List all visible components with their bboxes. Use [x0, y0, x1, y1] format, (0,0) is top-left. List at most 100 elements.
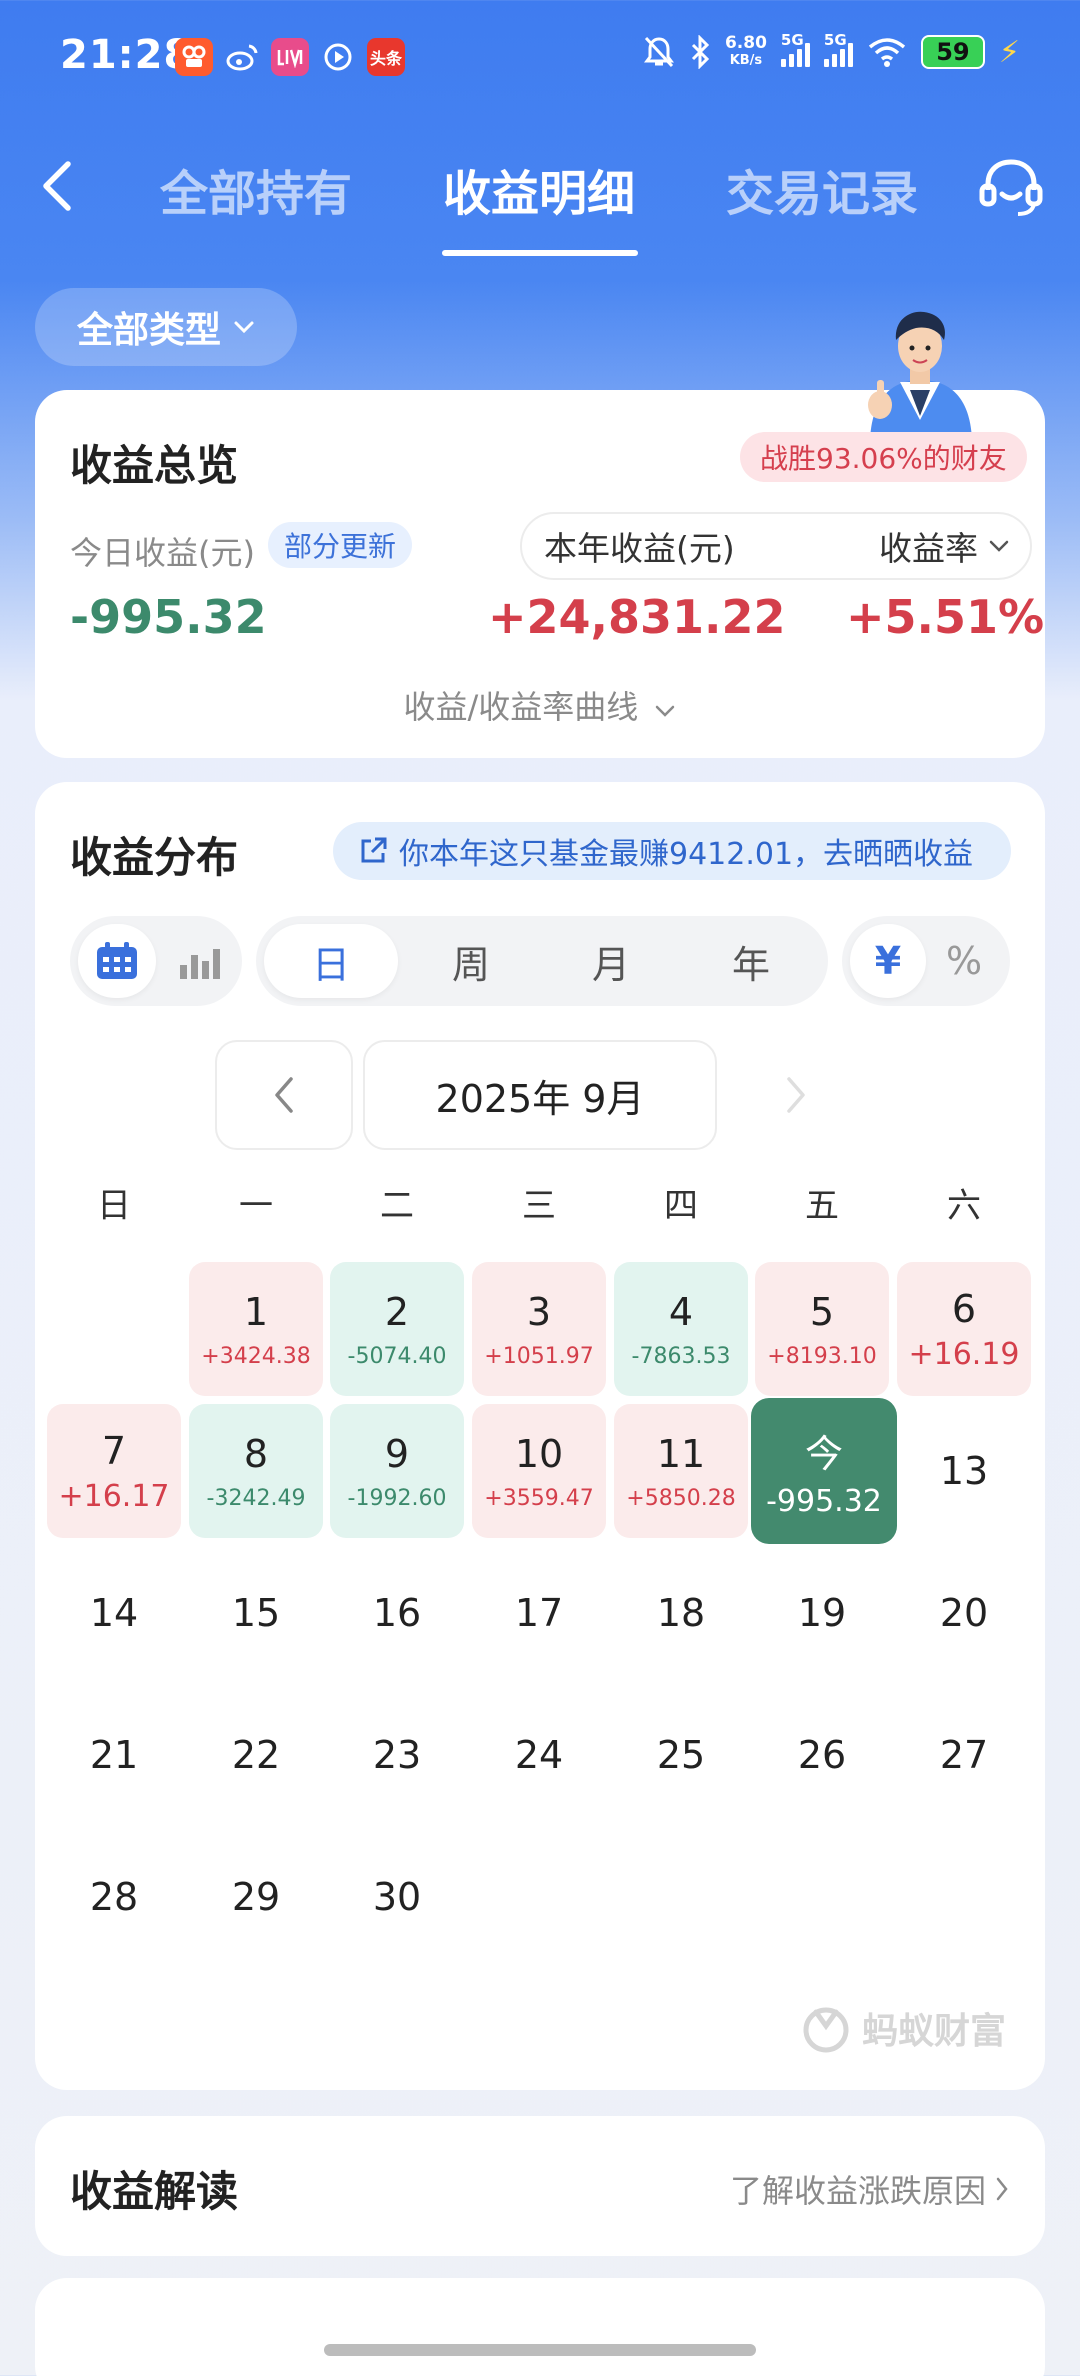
weekday-label: 一 [239, 1186, 273, 1226]
current-month-label[interactable]: 2025年 9月 [363, 1040, 717, 1150]
calendar-icon [97, 942, 137, 979]
calendar-day-earnings: +5850.28 [626, 1485, 736, 1511]
calendar-day[interactable]: 25 [614, 1688, 748, 1822]
calendar-day-number: 25 [656, 1733, 706, 1777]
calendar-day[interactable]: 20 [897, 1546, 1031, 1680]
bar-chart-view-button[interactable] [160, 924, 238, 998]
back-arrow-icon[interactable] [34, 150, 78, 220]
watermark-text: 蚂蚁财富 [862, 2011, 1007, 2052]
unit-percent-button[interactable]: % [926, 924, 1002, 998]
brand-watermark: 蚂蚁财富 [800, 2002, 1006, 2054]
calendar-day-today[interactable]: 今 -995.32 [751, 1398, 897, 1544]
calendar-day[interactable]: 23 [330, 1688, 464, 1822]
previous-month-button[interactable] [215, 1040, 353, 1150]
share-external-icon [361, 837, 387, 863]
calendar-day[interactable]: 1 +3424.38 [189, 1262, 323, 1396]
calendar-day[interactable]: 26 [755, 1688, 889, 1822]
calendar-day[interactable]: 30 [330, 1830, 464, 1964]
calendar-day-number: 29 [231, 1875, 281, 1919]
calendar-day[interactable]: 5 +8193.10 [755, 1262, 889, 1396]
calendar-day-number: 23 [372, 1733, 422, 1777]
signal-1-icon: 5G [780, 31, 810, 67]
home-indicator[interactable] [324, 2344, 756, 2356]
calendar-day-number: 3 [526, 1289, 552, 1334]
calendar-day-earnings: +3559.47 [484, 1485, 594, 1511]
tab-earnings-detail[interactable]: 收益明细 [443, 154, 635, 224]
lofter-icon [271, 38, 309, 76]
chevron-right-icon [787, 1077, 805, 1113]
calendar-day[interactable]: 2 -5074.40 [330, 1262, 464, 1396]
calendar-day[interactable]: 13 [897, 1404, 1031, 1538]
calendar-day[interactable]: 4 -7863.53 [614, 1262, 748, 1396]
partial-update-badge: 部分更新 [268, 522, 413, 568]
status-bar: 21:28 头条 6.80 KB/s 5G 5G 59 ⚡ [0, 0, 1080, 120]
view-mode-toggle [70, 916, 242, 1006]
win-rate-badge: 战胜93.06%的财友 [740, 432, 1027, 482]
type-filter-label: 全部类型 [76, 310, 221, 351]
analysis-title: 收益解读 [70, 2167, 239, 2216]
calendar-day[interactable]: 9 -1992.60 [330, 1404, 464, 1538]
year-earnings-selector[interactable]: 本年收益(元) 收益率 [520, 512, 1032, 580]
calendar-day[interactable]: 15 [189, 1546, 323, 1680]
calendar-day[interactable]: 22 [189, 1688, 323, 1822]
calendar-day[interactable]: 16 [330, 1546, 464, 1680]
period-year-button[interactable]: 年 [684, 924, 818, 998]
calendar-day[interactable]: 29 [189, 1830, 323, 1964]
calendar-day-number: 7 [101, 1428, 127, 1473]
period-week-button[interactable]: 周 [404, 924, 538, 998]
bar-chart-icon [180, 949, 220, 979]
calendar-day[interactable]: 11 +5850.28 [614, 1404, 748, 1538]
calendar-day[interactable]: 17 [472, 1546, 606, 1680]
calendar-day[interactable]: 6 +16.19 [897, 1262, 1031, 1396]
period-toggle: 日 周 月 年 [256, 916, 828, 1006]
period-day-button[interactable]: 日 [264, 924, 398, 998]
calendar-day[interactable]: 27 [897, 1688, 1031, 1822]
calendar-day-earnings: +1051.97 [484, 1343, 594, 1369]
calendar-day-number: 26 [797, 1733, 847, 1777]
network-speed: 6.80 KB/s [724, 33, 767, 68]
video-play-icon [319, 38, 357, 76]
calendar-day-earnings: -7863.53 [631, 1343, 731, 1369]
calendar-day-earnings: -3242.49 [206, 1485, 306, 1511]
year-earnings-label: 本年收益(元) [544, 529, 735, 568]
earnings-curve-toggle[interactable]: 收益/收益率曲线 [0, 682, 1080, 728]
type-filter-dropdown[interactable]: 全部类型 [35, 288, 297, 366]
calendar-day[interactable]: 28 [47, 1830, 181, 1964]
calendar-day[interactable]: 19 [755, 1546, 889, 1680]
unit-amount-button[interactable]: ¥ [850, 924, 926, 998]
calendar-day[interactable]: 21 [47, 1688, 181, 1822]
calendar-day[interactable]: 8 -3242.49 [189, 1404, 323, 1538]
calendar-day-number: 17 [514, 1591, 564, 1635]
kuaishou-icon [175, 38, 213, 76]
unit-toggle: ¥ % [842, 916, 1010, 1006]
toutiao-icon: 头条 [367, 38, 405, 76]
calendar-day[interactable]: 14 [47, 1546, 181, 1680]
calendar-day-number: 21 [89, 1733, 139, 1777]
calendar-day-earnings: +16.17 [58, 1478, 170, 1514]
period-month-button[interactable]: 月 [544, 924, 678, 998]
notification-app-icons: 头条 [175, 38, 405, 76]
calendar-day-number: 5 [809, 1289, 835, 1334]
chevron-right-icon [996, 2177, 1008, 2201]
customer-service-headset-icon[interactable] [976, 152, 1046, 222]
calendar-day[interactable]: 3 +1051.97 [472, 1262, 606, 1396]
calendar-day-number: 16 [372, 1591, 422, 1635]
return-rate-label: 收益率 [879, 529, 978, 568]
calendar-day[interactable]: 24 [472, 1688, 606, 1822]
calendar-day[interactable]: 18 [614, 1546, 748, 1680]
weibo-icon [223, 38, 261, 76]
tab-all-holdings[interactable]: 全部持有 [160, 154, 352, 224]
return-rate-dropdown[interactable]: 收益率 [879, 522, 1010, 570]
calendar-day-number: 20 [939, 1591, 989, 1635]
calendar-day[interactable]: 7 +16.17 [47, 1404, 181, 1538]
mute-bell-icon [643, 36, 674, 68]
weekday-label: 日 [97, 1186, 131, 1226]
chevron-down-icon [234, 321, 254, 334]
calendar-day[interactable]: 10 +3559.47 [472, 1404, 606, 1538]
calendar-view-button[interactable] [78, 924, 156, 998]
battery-indicator: 59 [920, 35, 985, 69]
next-month-button[interactable] [727, 1040, 865, 1150]
share-earnings-banner[interactable]: 你本年这只基金最赚9412.01，去晒晒收益 [333, 822, 1011, 880]
analysis-link[interactable]: 了解收益涨跌原因 [730, 2166, 1010, 2212]
tab-transaction-history[interactable]: 交易记录 [726, 154, 918, 224]
